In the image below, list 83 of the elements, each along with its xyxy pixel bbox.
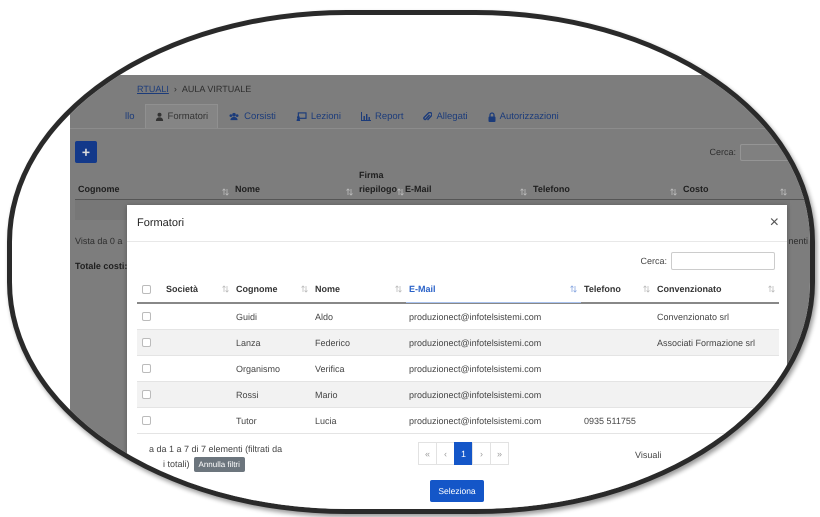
table-cell-text: Lucia bbox=[314, 416, 338, 426]
search-label: Cerca: bbox=[709, 147, 736, 157]
column-header[interactable]: Telefono bbox=[581, 276, 654, 302]
page-button[interactable]: ‹ bbox=[436, 442, 455, 465]
breadcrumb-current: AULA VIRTUALE bbox=[182, 84, 252, 94]
add-button[interactable]: + bbox=[75, 141, 97, 163]
table-info: nenti bbox=[788, 236, 808, 246]
tab[interactable]: Lezioni bbox=[286, 104, 351, 128]
table-info: a da 1 a 7 di 7 elementi (filtrati da bbox=[149, 443, 284, 456]
sort-icon bbox=[570, 284, 577, 292]
column-header[interactable]: Nome bbox=[312, 276, 406, 302]
tab[interactable]: Autorizzazioni bbox=[478, 104, 569, 128]
paperclip-icon bbox=[423, 112, 432, 122]
reset-filters-button[interactable]: Annulla filtri bbox=[194, 457, 245, 472]
table-cell-text: Convenzionato srl bbox=[656, 312, 730, 322]
column-header[interactable]: Telefono bbox=[530, 182, 680, 200]
search-label: Cerca: bbox=[640, 256, 667, 266]
sort-icon bbox=[346, 188, 353, 196]
table-cell-text: Lanza bbox=[235, 338, 262, 348]
column-header[interactable]: Firma riepilogo bbox=[356, 169, 402, 200]
checkbox[interactable] bbox=[142, 416, 151, 425]
tab[interactable]: Allegati bbox=[413, 104, 478, 128]
table-cell-text: produzionect@infotelsistemi.com bbox=[408, 338, 542, 348]
breadcrumb-link[interactable]: RTUALI bbox=[137, 84, 169, 94]
table-cell-text: Associati Formazione srl bbox=[656, 338, 756, 348]
breadcrumb-separator: › bbox=[174, 84, 177, 94]
table-info: Vista da 0 a bbox=[75, 236, 122, 246]
search-field[interactable] bbox=[671, 252, 775, 270]
table-cell-text: 0935 511755 bbox=[583, 416, 637, 426]
column-header[interactable]: E-Mail bbox=[402, 182, 530, 200]
tab[interactable]: Formatori bbox=[144, 104, 218, 128]
sort-icon bbox=[520, 188, 527, 196]
chalkboard-icon bbox=[296, 112, 307, 121]
table-cell-text: Guidi bbox=[235, 312, 258, 322]
column-header[interactable]: Cognome bbox=[75, 182, 232, 200]
page-button[interactable]: 1 bbox=[454, 442, 473, 465]
users-icon bbox=[228, 112, 240, 121]
table-cell-text: Tutor bbox=[235, 416, 258, 426]
column-header[interactable]: E-Mail bbox=[406, 276, 581, 302]
sort-icon bbox=[222, 285, 229, 293]
tab[interactable]: Report bbox=[350, 104, 414, 128]
table-info: i totali) bbox=[163, 458, 190, 471]
checkbox[interactable] bbox=[142, 284, 151, 294]
page-button[interactable]: » bbox=[490, 442, 509, 465]
sort-icon bbox=[397, 188, 404, 196]
column-header[interactable]: Società bbox=[163, 276, 233, 302]
tab[interactable]: llo bbox=[115, 104, 145, 128]
table-cell-text: produzionect@infotelsistemi.com bbox=[408, 416, 542, 426]
table-cell-text: Federico bbox=[314, 338, 352, 348]
checkbox[interactable] bbox=[142, 312, 151, 321]
chart-icon bbox=[360, 112, 371, 121]
column-header[interactable]: Convenzionato bbox=[654, 276, 779, 302]
sort-icon bbox=[768, 285, 775, 293]
column-header[interactable]: Nome bbox=[232, 182, 356, 200]
column-header[interactable]: Cognome bbox=[233, 276, 312, 302]
page-button[interactable]: › bbox=[472, 442, 491, 465]
page-length-label: Visuali bbox=[635, 449, 662, 462]
table-cell-text: Verifica bbox=[314, 364, 346, 374]
table-cell-text: Mario bbox=[314, 390, 339, 400]
checkbox[interactable] bbox=[142, 364, 151, 373]
close-button[interactable]: × bbox=[770, 214, 779, 232]
table-cell-text: Organismo bbox=[235, 364, 282, 374]
lock-icon bbox=[488, 112, 496, 122]
page-button[interactable]: « bbox=[418, 442, 437, 465]
checkbox[interactable] bbox=[142, 338, 151, 347]
tab[interactable]: Corsisti bbox=[218, 104, 286, 128]
table-cell-text: Aldo bbox=[314, 312, 334, 322]
table-cell-text: produzionect@infotelsistemi.com bbox=[408, 364, 542, 374]
column-header[interactable]: Costo bbox=[680, 182, 790, 200]
sort-icon bbox=[222, 188, 229, 196]
select-button[interactable]: Seleziona bbox=[430, 480, 484, 502]
sort-icon bbox=[301, 285, 308, 293]
table-cell-text: produzionect@infotelsistemi.com bbox=[408, 390, 542, 400]
table-cell-text: produzionect@infotelsistemi.com bbox=[408, 312, 542, 322]
sort-icon bbox=[780, 188, 787, 196]
sort-icon bbox=[395, 285, 402, 293]
sort-icon bbox=[643, 285, 650, 293]
total-label: Totale costi: bbox=[75, 261, 128, 271]
user-icon bbox=[154, 112, 164, 121]
modal-title: Formatori bbox=[137, 217, 184, 229]
sort-icon bbox=[670, 188, 677, 196]
checkbox[interactable] bbox=[142, 390, 151, 399]
table-cell-text: Rossi bbox=[235, 390, 260, 400]
